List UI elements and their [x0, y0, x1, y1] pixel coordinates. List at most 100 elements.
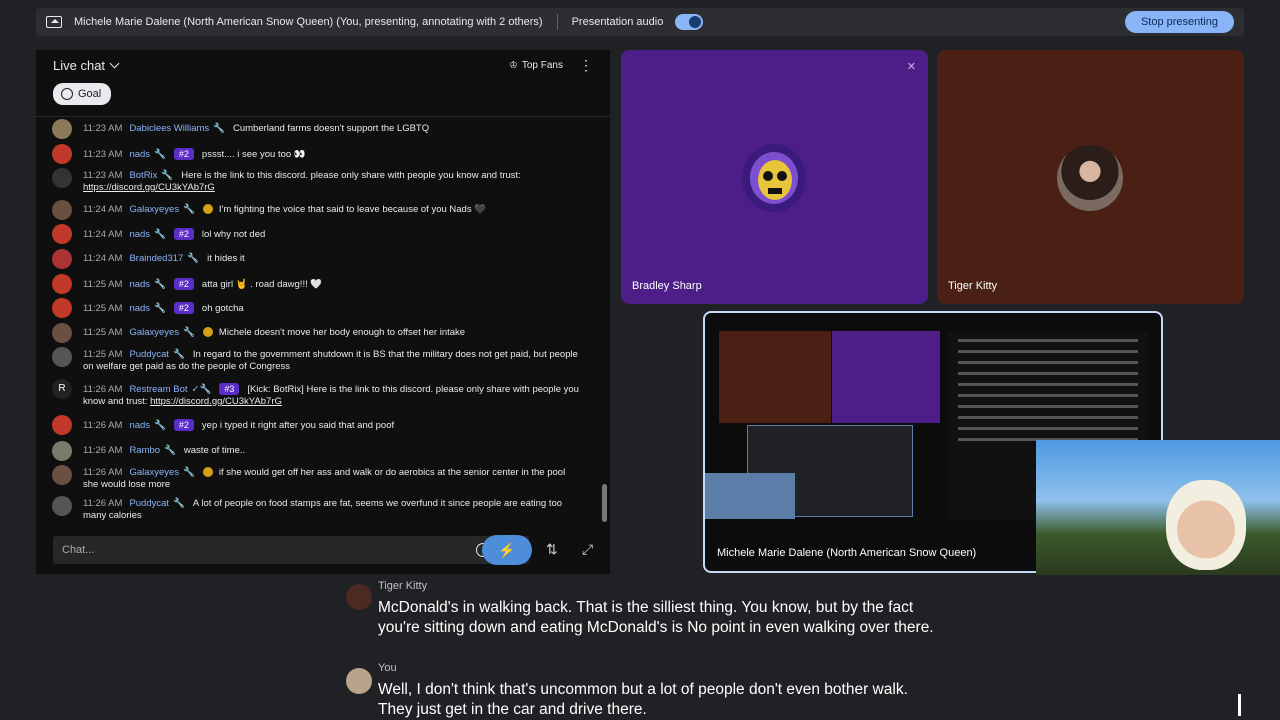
avatar[interactable]: [52, 323, 72, 343]
chat-message-list[interactable]: 11:23 AM Dabiclees Williams 🔧 Cumberland fa…: [36, 116, 610, 526]
chat-header: Live chat ♔ Top Fans ⋮: [36, 50, 610, 80]
message-text: lol why not ded: [201, 229, 266, 240]
mirrored-tile: [719, 331, 831, 423]
timestamp: 11:25 AM: [83, 327, 123, 338]
author-name[interactable]: nads: [129, 420, 150, 431]
avatar[interactable]: [52, 441, 72, 461]
arrows-icon[interactable]: ⇅: [546, 541, 558, 558]
mirrored-webcam: [705, 473, 795, 519]
author-name[interactable]: BotRix: [129, 170, 157, 181]
moderator-icon: 🔧: [154, 229, 166, 240]
presentation-audio-label: Presentation audio: [571, 16, 664, 28]
timestamp: 11:26 AM: [83, 445, 123, 456]
message-text: it hides it: [207, 253, 245, 264]
moderator-icon: 🔧: [154, 279, 166, 290]
author-name[interactable]: nads: [129, 229, 150, 240]
author-name[interactable]: Galaxyeyes: [129, 467, 179, 478]
participant-name: Bradley Sharp: [632, 280, 702, 292]
timestamp: 11:23 AM: [83, 149, 123, 160]
author-name[interactable]: Rambo: [129, 445, 160, 456]
avatar[interactable]: [52, 249, 72, 269]
timestamp: 11:25 AM: [83, 303, 123, 314]
moderator-icon: 🔧: [173, 498, 185, 509]
timestamp: 11:23 AM: [83, 170, 123, 181]
discord-link[interactable]: https://discord.gg/CU3kYAb7rG: [150, 396, 282, 407]
participant-tile-bradley[interactable]: ✕ Bradley Sharp: [621, 50, 928, 304]
author-name[interactable]: nads: [129, 279, 150, 290]
author-name[interactable]: Dabiclees Williams: [129, 123, 209, 134]
live-chat-dropdown[interactable]: Live chat: [53, 58, 105, 73]
timestamp: 11:26 AM: [83, 498, 123, 509]
goal-icon: [61, 88, 73, 100]
lightning-bolt-button[interactable]: ⚡: [482, 535, 532, 565]
avatar[interactable]: [52, 168, 72, 188]
message-text: Here is the link to this discord. please…: [181, 170, 521, 181]
timestamp: 11:25 AM: [83, 349, 123, 360]
timestamp: 11:26 AM: [83, 467, 123, 478]
message-text: atta girl 🤘 . road dawg!!! 🤍: [201, 279, 323, 290]
live-chat-panel: Live chat ♔ Top Fans ⋮ Goal 11:23 AM Dabi…: [36, 50, 610, 574]
goal-button[interactable]: Goal: [53, 83, 112, 105]
webcam-overlay: [1036, 440, 1280, 575]
timestamp: 11:26 AM: [83, 420, 123, 431]
message-text: pssst.... i see you too 👀: [201, 149, 306, 160]
chat-scrollbar[interactable]: [602, 484, 607, 522]
author-name[interactable]: nads: [129, 303, 150, 314]
top-fans-button[interactable]: ♔ Top Fans: [509, 60, 563, 71]
author-name[interactable]: nads: [129, 149, 150, 160]
message-text: Cumberland farms doesn't support the LGB…: [233, 123, 430, 134]
author-name[interactable]: Brainded317: [129, 253, 183, 264]
avatar[interactable]: [52, 274, 72, 294]
crown-icon: ♔: [508, 59, 518, 71]
author-name[interactable]: Restream Bot: [129, 384, 187, 395]
top-fans-label: Top Fans: [521, 59, 563, 71]
avatar[interactable]: [52, 200, 72, 220]
restream-avatar[interactable]: R: [52, 379, 72, 399]
moderator-icon: 🔧: [183, 467, 195, 478]
avatar[interactable]: [52, 496, 72, 516]
stop-presenting-button[interactable]: Stop presenting: [1124, 11, 1234, 33]
divider: [556, 14, 558, 30]
avatar[interactable]: [52, 144, 72, 164]
rank-badge: #3: [219, 383, 240, 395]
chevron-down-icon[interactable]: [109, 58, 120, 68]
mirrored-tile: [832, 331, 940, 423]
caption-avatar: [346, 668, 372, 694]
more-options-icon[interactable]: ⋮: [579, 57, 593, 74]
moderator-icon: 🔧: [161, 170, 174, 181]
expand-icon[interactable]: ⤢: [582, 541, 593, 558]
participant-tile-tiger[interactable]: Tiger Kitty: [937, 50, 1244, 304]
participant-avatar: [1057, 145, 1123, 211]
avatar[interactable]: [52, 465, 72, 485]
presenter-name: Michele Marie Dalene (North American Sno…: [717, 547, 977, 559]
message-text: oh gotcha: [201, 303, 244, 314]
moderator-icon: 🔧: [183, 327, 195, 338]
avatar[interactable]: [52, 224, 72, 244]
author-name[interactable]: Galaxyeyes: [129, 204, 179, 215]
discord-link[interactable]: https://discord.gg/CU3kYAb7rG: [83, 182, 215, 193]
caption-avatar: [346, 584, 372, 610]
moderator-icon: ✓🔧: [191, 384, 212, 395]
avatar[interactable]: [52, 415, 72, 435]
skull-avatar: [742, 144, 806, 212]
rank-badge: #2: [173, 228, 194, 240]
author-name[interactable]: Puddycat: [129, 498, 169, 509]
moderator-icon: 🔧: [154, 420, 166, 431]
author-name[interactable]: Puddycat: [129, 349, 169, 360]
avatar[interactable]: [52, 298, 72, 318]
timestamp: 11:24 AM: [83, 204, 123, 215]
rank-badge: #2: [173, 419, 194, 431]
message-text: waste of time..: [183, 445, 246, 456]
present-screen-icon: [46, 16, 62, 28]
message-text: Michele doesn't move her body enough to …: [218, 327, 466, 338]
chat-input[interactable]: Chat...: [53, 536, 529, 564]
presentation-audio-toggle[interactable]: [675, 14, 704, 30]
avatar[interactable]: [52, 347, 72, 367]
timestamp: 11:24 AM: [83, 229, 123, 240]
timestamp: 11:24 AM: [83, 253, 123, 264]
avatar[interactable]: [52, 119, 72, 139]
caption-speaker: You: [378, 662, 397, 674]
caption-scrollbar[interactable]: [1238, 694, 1241, 716]
presenter-face: [1166, 480, 1246, 570]
author-name[interactable]: Galaxyeyes: [129, 327, 179, 338]
